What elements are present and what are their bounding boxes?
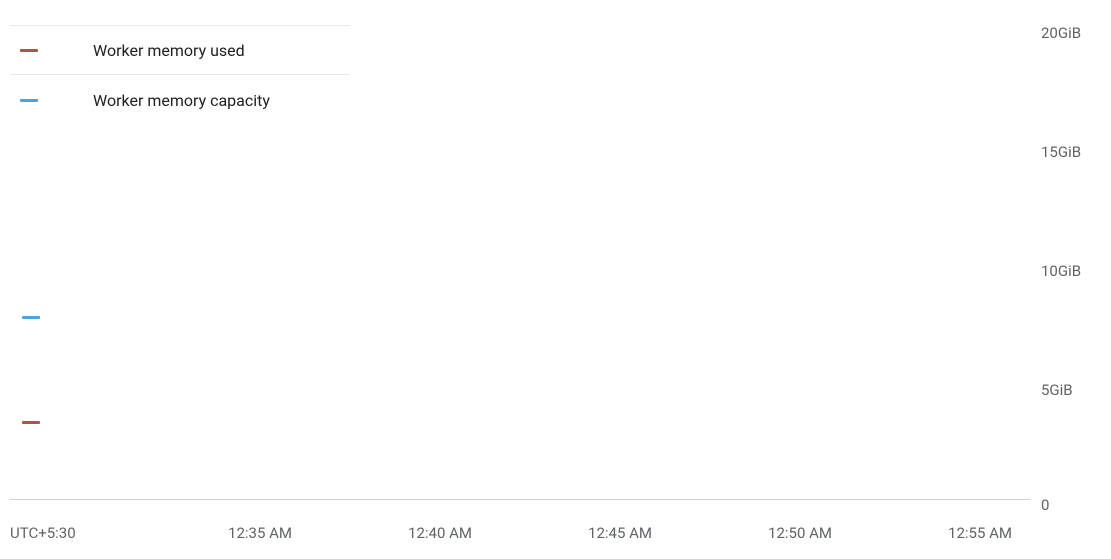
y-tick-10: 10GiB: [1041, 262, 1081, 280]
legend-label-used: Worker memory used: [93, 41, 245, 60]
y-tick-0: 0: [1041, 496, 1049, 514]
x-tick-4: 12:55 AM: [948, 524, 1012, 542]
series-used-stub: [22, 421, 40, 424]
chart-legend: Worker memory used Worker memory capacit…: [10, 25, 350, 125]
legend-item-used[interactable]: Worker memory used: [10, 25, 350, 75]
x-axis: UTC+5:30 12:35 AM 12:40 AM 12:45 AM 12:5…: [10, 519, 1030, 549]
legend-label-capacity: Worker memory capacity: [93, 91, 270, 110]
legend-swatch-used: [20, 49, 38, 52]
x-tick-1: 12:40 AM: [408, 524, 472, 542]
x-tick-2: 12:45 AM: [588, 524, 652, 542]
x-timezone: UTC+5:30: [10, 524, 76, 542]
legend-item-capacity[interactable]: Worker memory capacity: [10, 75, 350, 125]
series-capacity-stub: [22, 316, 40, 319]
x-tick-3: 12:50 AM: [768, 524, 832, 542]
y-tick-5: 5GiB: [1041, 381, 1073, 399]
y-tick-15: 15GiB: [1041, 143, 1081, 161]
y-axis: 20GiB 15GiB 10GiB 5GiB 0: [1041, 0, 1111, 520]
x-tick-0: 12:35 AM: [228, 524, 292, 542]
y-tick-20: 20GiB: [1041, 24, 1081, 42]
legend-swatch-capacity: [20, 99, 38, 102]
